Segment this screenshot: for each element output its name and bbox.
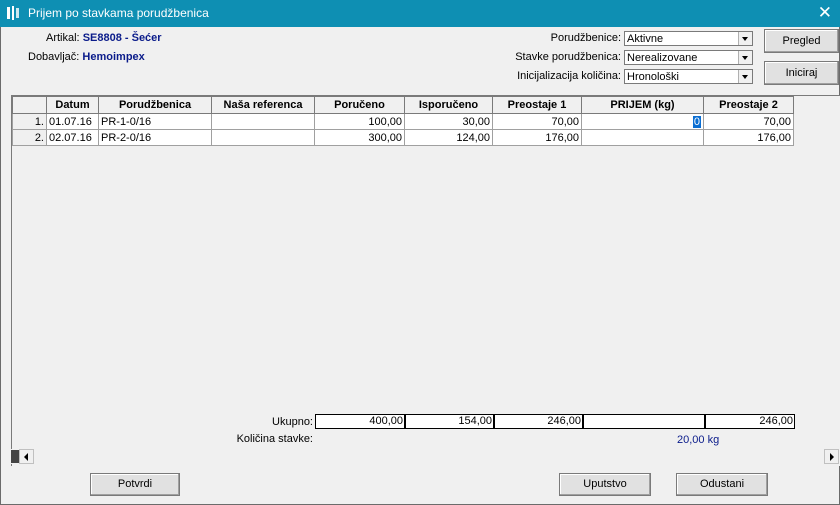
table-row[interactable]: 2. 02.07.16 PR-2-0/16 300,00 124,00 176,… <box>12 129 794 146</box>
column-header[interactable]: Preostaje 2 <box>703 96 794 114</box>
supplier-label: Dobavljač: <box>28 51 80 63</box>
column-header[interactable]: Isporučeno <box>404 96 493 114</box>
pregled-button[interactable]: Pregled <box>764 29 839 53</box>
cell-preostaje2: 70,00 <box>703 113 794 130</box>
iniciraj-button[interactable]: Iniciraj <box>764 61 839 85</box>
total-preostaje1: 246,00 <box>494 414 583 429</box>
cell-referenca <box>211 129 315 146</box>
cell-porudzbenica: PR-2-0/16 <box>98 129 212 146</box>
title-bar: Prijem po stavkama porudžbenica ✕ <box>0 0 840 27</box>
scroll-right-icon[interactable] <box>824 449 839 464</box>
cell-preostaje1: 176,00 <box>492 129 582 146</box>
stavke-value: Nerealizovane <box>627 52 698 64</box>
total-isporuceno: 154,00 <box>405 414 494 429</box>
filter-label-inicijalizacija: Inicijalizacija količina: <box>517 70 621 82</box>
scroll-left-icon[interactable] <box>19 449 34 464</box>
column-header[interactable]: Naša referenca <box>211 96 315 114</box>
kolicina-label: Količina stavke: <box>236 433 313 445</box>
chevron-down-icon[interactable] <box>738 32 752 45</box>
table-row[interactable]: 1. 01.07.16 PR-1-0/16 100,00 30,00 70,00… <box>12 113 794 130</box>
chevron-down-icon[interactable] <box>738 51 752 64</box>
kolicina-value: 20,00 kg <box>677 434 720 446</box>
article-label: Artikal: <box>46 32 80 44</box>
cell-porudzbenica: PR-1-0/16 <box>98 113 212 130</box>
chevron-down-icon[interactable] <box>738 70 752 83</box>
dialog-body: Artikal: SE8808 - Šećer Dobavljač: Hemoi… <box>0 27 840 505</box>
cell-datum: 02.07.16 <box>46 129 99 146</box>
cell-referenca <box>211 113 315 130</box>
stavke-select[interactable]: Nerealizovane <box>624 50 753 65</box>
totals-label: Ukupno: <box>272 416 313 428</box>
column-header[interactable]: Preostaje 1 <box>492 96 582 114</box>
column-header[interactable]: PRIJEM (kg) <box>581 96 704 114</box>
row-number: 2. <box>12 129 47 146</box>
app-icon <box>7 6 19 20</box>
porudzbenice-value: Aktivne <box>627 33 664 45</box>
window-title: Prijem po stavkama porudžbenica <box>28 6 209 20</box>
cell-datum: 01.07.16 <box>46 113 99 130</box>
column-header[interactable]: Datum <box>46 96 99 114</box>
total-preostaje2: 246,00 <box>705 414 795 429</box>
supplier-value: Hemoimpex <box>82 51 145 63</box>
porudzbenice-select[interactable]: Aktivne <box>624 31 753 46</box>
table-header-row: Datum Porudžbenica Naša referenca Poruče… <box>12 96 794 114</box>
column-header[interactable]: Poručeno <box>314 96 405 114</box>
total-poruceno: 400,00 <box>315 414 405 429</box>
odustani-button[interactable]: Odustani <box>676 473 768 496</box>
cell-isporuceno: 124,00 <box>404 129 493 146</box>
cell-poruceno: 300,00 <box>314 129 405 146</box>
cell-isporuceno: 30,00 <box>404 113 493 130</box>
cell-preostaje2: 176,00 <box>703 129 794 146</box>
cell-prijem-input[interactable] <box>581 129 704 146</box>
uputstvo-button[interactable]: Uputstvo <box>559 473 651 496</box>
article-value: SE8808 - Šećer <box>82 32 162 44</box>
filter-label-porudzbenice: Porudžbenice: <box>550 32 621 44</box>
row-number-header <box>12 96 47 114</box>
orders-grid: Datum Porudžbenica Naša referenca Poruče… <box>11 95 840 466</box>
article-row: Artikal: SE8808 - Šećer <box>46 32 162 44</box>
prijem-value[interactable]: 0 <box>692 115 701 128</box>
cell-prijem-input[interactable]: 0 <box>581 113 704 130</box>
horizontal-scrollbar[interactable] <box>11 449 839 464</box>
potvrdi-button[interactable]: Potvrdi <box>90 473 180 496</box>
orders-table: Datum Porudžbenica Naša referenca Poruče… <box>12 96 794 146</box>
filter-label-stavke: Stavke porudžbenica: <box>515 51 621 63</box>
total-prijem <box>583 414 705 429</box>
column-header[interactable]: Porudžbenica <box>98 96 212 114</box>
row-number: 1. <box>12 113 47 130</box>
scroll-thumb[interactable] <box>11 450 19 463</box>
inicijalizacija-value: Hronološki <box>627 71 679 83</box>
cell-poruceno: 100,00 <box>314 113 405 130</box>
close-icon[interactable]: ✕ <box>818 3 832 23</box>
cell-preostaje1: 70,00 <box>492 113 582 130</box>
supplier-row: Dobavljač: Hemoimpex <box>28 51 145 63</box>
inicijalizacija-select[interactable]: Hronološki <box>624 69 753 84</box>
